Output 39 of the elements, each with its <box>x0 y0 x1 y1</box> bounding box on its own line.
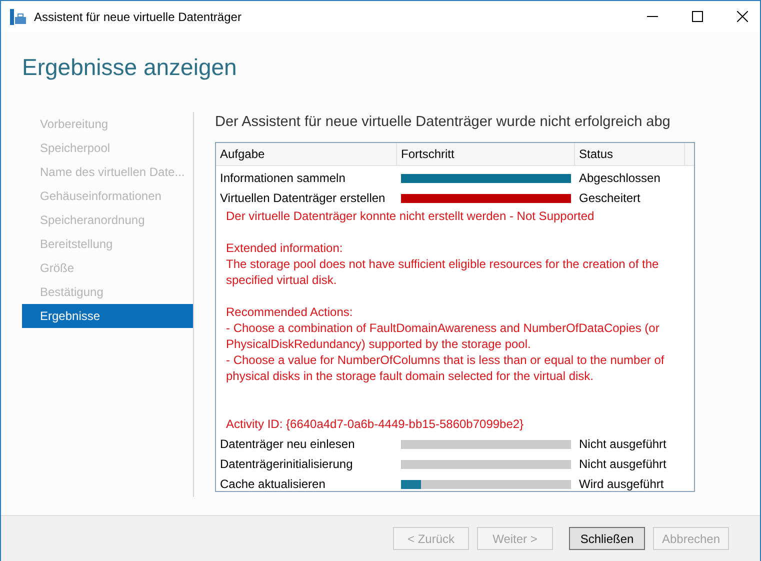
task-name: Informationen sammeln <box>219 171 346 185</box>
task-name: Datenträgerinitialisierung <box>219 457 354 471</box>
wizard-step[interactable]: Ergebnisse <box>22 304 193 328</box>
error-text: Extended information: <box>226 240 344 256</box>
wizard-button[interactable]: Schließen <box>569 527 645 550</box>
task-status: Gescheitert <box>578 191 642 205</box>
task-status: Nicht ausgeführt <box>578 457 668 471</box>
error-text: physical disks in the storage fault domain selected for the virtual disk. <box>226 368 595 384</box>
maximize-icon[interactable] <box>692 11 703 22</box>
wizard-step[interactable]: Bereitstellung <box>22 232 193 256</box>
wizard-step[interactable]: Name des virtuellen Date... <box>22 160 193 184</box>
error-text: Activity ID: {6640a4d7-0a6b-4449-bb15-5860b7099be2} <box>226 416 525 432</box>
task-name: Datenträger neu einlesen <box>219 437 356 451</box>
app-icon <box>10 8 26 24</box>
window-title: Assistent für neue virtuelle Datenträger <box>34 10 242 24</box>
task-status: Nicht ausgeführt <box>578 437 668 451</box>
column-header[interactable]: Status <box>575 143 685 165</box>
error-text: Der virtuelle Datenträger konnte nicht erstellt werden - Not Supported <box>226 208 596 224</box>
error-text: PhysicalDiskRedundancy) supported by the storage pool. <box>226 336 532 352</box>
wizard-step[interactable]: Speicherpool <box>22 136 193 160</box>
result-message: Der Assistent für neue virtuelle Datenträger wurde nicht erfolgreich abg <box>215 114 672 132</box>
wizard-step[interactable]: Vorbereitung <box>22 112 193 136</box>
error-text: Recommended Actions: <box>226 304 354 320</box>
task-name: Virtuellen Datenträger erstellen <box>219 191 386 205</box>
error-text: specified virtual disk. <box>226 272 338 288</box>
column-header[interactable]: Aufgabe <box>216 143 397 165</box>
error-text: - Choose a combination of FaultDomainAwareness and NumberOfDataCopies (or <box>226 320 660 336</box>
wizard-step[interactable]: Gehäuseinformationen <box>22 184 193 208</box>
wizard-step[interactable]: Bestätigung <box>22 280 193 304</box>
column-header[interactable]: Fortschritt <box>397 143 575 165</box>
error-text: The storage pool does not have sufficient eligible resources for the creation of the <box>226 256 660 272</box>
wizard-step[interactable]: Größe <box>22 256 193 280</box>
close-icon[interactable] <box>737 11 748 22</box>
task-name: Cache aktualisieren <box>219 477 326 491</box>
wizard-step[interactable]: Speicheranordnung <box>22 208 193 232</box>
error-text: - Choose a value for NumberOfColumns that is less than or equal to the number of <box>226 352 666 368</box>
task-status: Abgeschlossen <box>578 171 662 185</box>
task-status: Wird ausgeführt <box>578 477 665 491</box>
page-title: Ergebnisse anzeigen <box>22 54 237 80</box>
